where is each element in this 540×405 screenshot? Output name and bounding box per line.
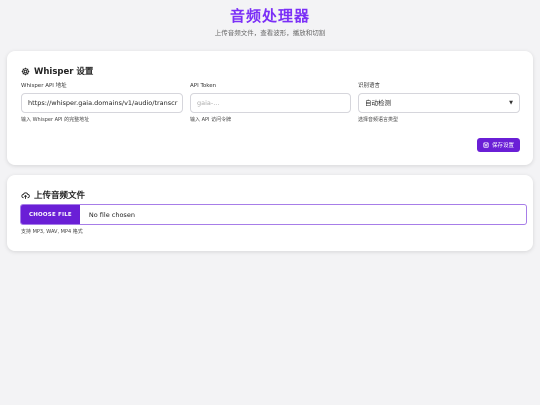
cloud-upload-icon [21,191,30,199]
api-token-hint: 输入 API 访问令牌 [190,117,232,123]
save-settings-button[interactable]: 保存设置 [476,138,520,152]
upload-card-title: 上传音频文件 [21,189,85,201]
settings-card-title: Whisper 设置 [21,65,93,77]
api-url-input[interactable]: https://whisper.gaia.domains/v1/audio/tr… [21,93,183,113]
page-subtitle: 上传音频文件，查看波形，播放和切割 [214,29,326,37]
upload-title-text: 上传音频文件 [34,191,86,201]
api-url-hint: 输入 Whisper API 的完整地址 [21,117,90,123]
language-selected-value: 自动检测 [365,99,391,107]
language-select[interactable]: 自动检测 ▼ [358,93,520,113]
save-button-label: 保存设置 [491,143,514,149]
api-url-label: Whisper API 地址 [21,83,67,89]
api-token-label: API Token [190,83,217,89]
language-label: 识别语言 [358,83,381,89]
page-header: 音频处理器 上传音频文件，查看波形，播放和切割 [0,0,540,38]
settings-title-text: Whisper 设置 [34,67,94,77]
api-token-input[interactable]: gaia-... [190,93,351,113]
save-icon [483,142,489,148]
file-status-text: No file chosen [88,210,135,219]
whisper-settings-card: Whisper 设置 Whisper API 地址 https://whispe… [7,51,533,165]
choose-file-button[interactable]: CHOOSE FILE [21,205,80,224]
language-field: 识别语言 自动检测 ▼ 选择音频语言类型 [358,82,520,124]
upload-card: 上传音频文件 CHOOSE FILE No file chosen 支持 MP3… [7,175,533,251]
file-format-hint: 支持 MP3, WAV, MP4 格式 [21,229,83,235]
file-input[interactable]: CHOOSE FILE No file chosen [20,204,527,225]
page-title: 音频处理器 [229,7,310,25]
api-token-field: API Token gaia-... 输入 API 访问令牌 [190,82,351,124]
api-url-field: Whisper API 地址 https://whisper.gaia.doma… [21,82,183,124]
chevron-down-icon: ▼ [509,100,513,106]
gear-icon [21,67,30,75]
language-hint: 选择音频语言类型 [358,117,399,123]
